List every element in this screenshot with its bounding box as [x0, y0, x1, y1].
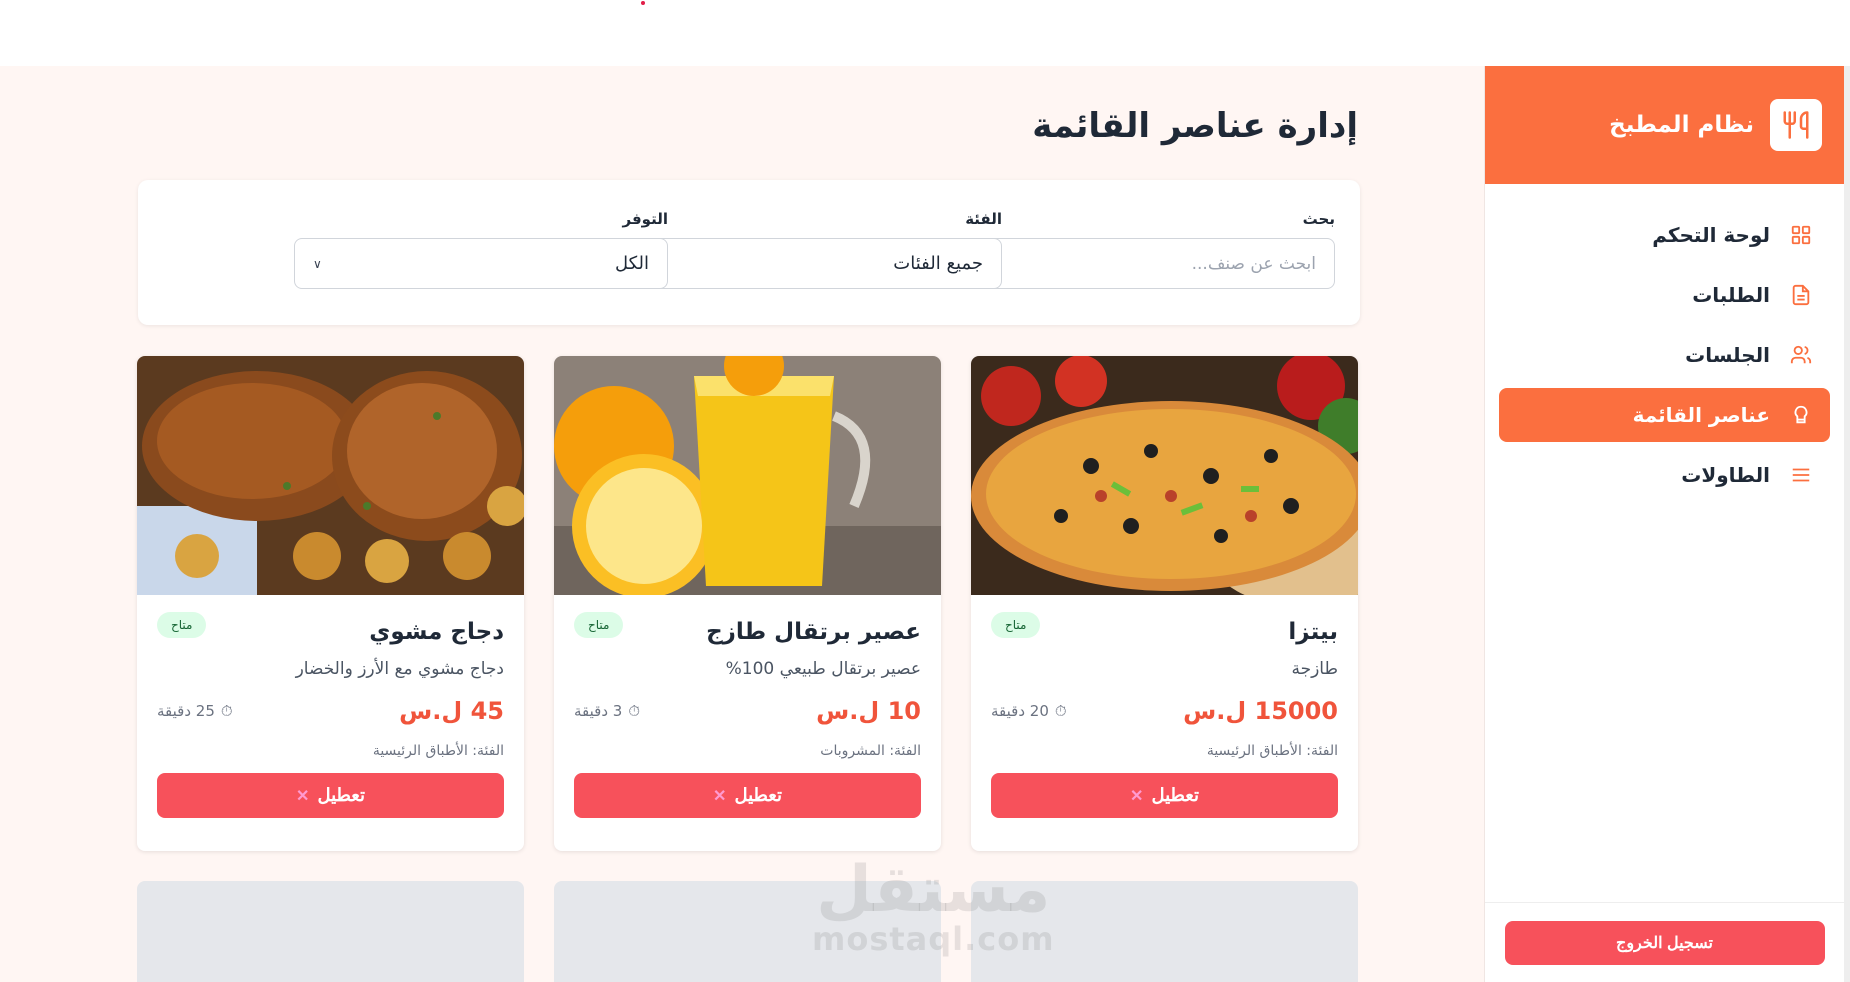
red-dot	[641, 1, 645, 5]
search-placeholder: ابحث عن صنف...	[1191, 253, 1316, 274]
sidebar-nav: لوحة التحكم الطلبات الجلسات عناصر القائم…	[1485, 184, 1844, 502]
item-category: الفئة: الأطباق الرئيسية	[1206, 743, 1338, 759]
item-price: 15000 ل.س	[1183, 697, 1338, 725]
prep-time-value: 25 دقيقة	[157, 702, 215, 720]
sidebar-item-tables[interactable]: الطاولات	[1499, 448, 1830, 502]
disable-button[interactable]: تعطيل ✕	[157, 773, 504, 818]
loading-card-placeholder	[554, 881, 941, 982]
search-label: بحث	[1302, 210, 1335, 228]
orange-juice-photo	[554, 356, 941, 595]
category-value: جميع الفئات	[893, 253, 983, 274]
disable-button[interactable]: تعطيل ✕	[574, 773, 921, 818]
loading-card-placeholder	[137, 881, 524, 982]
stopwatch-icon: ⏱	[1054, 702, 1067, 720]
sidebar: نظام المطبخ لوحة التحكم الطلبات الجلسات …	[1484, 66, 1844, 982]
close-icon: ✕	[296, 787, 310, 805]
item-description: عصير برتقال طبيعي 100%	[725, 659, 921, 679]
close-icon: ✕	[713, 787, 727, 805]
filters-panel: بحث ابحث عن صنف... الفئة جميع الفئات ∨ ا…	[138, 180, 1360, 325]
logout-area: تسجيل الخروج	[1485, 902, 1844, 982]
disable-button-label: تعطيل	[317, 785, 365, 805]
sidebar-item-orders[interactable]: الطلبات	[1499, 268, 1830, 322]
availability-value: الكل	[614, 253, 649, 274]
status-badge: متاح	[157, 612, 207, 638]
availability-label: التوفر	[622, 210, 668, 228]
item-category: الفئة: الأطباق الرئيسية	[372, 743, 504, 759]
item-description: طازجة	[1291, 659, 1338, 679]
brand-title: نظام المطبخ	[1609, 112, 1754, 138]
pizza-photo	[971, 356, 1358, 595]
sidebar-item-sessions[interactable]: الجلسات	[1499, 328, 1830, 382]
item-price: 10 ل.س	[816, 697, 921, 725]
status-badge: متاح	[574, 612, 624, 638]
loading-card-placeholder	[971, 881, 1358, 982]
disable-button[interactable]: تعطيل ✕	[991, 773, 1338, 818]
sidebar-item-label: عناصر القائمة	[1632, 403, 1770, 427]
page-title: إدارة عناصر القائمة	[1032, 106, 1358, 146]
chevron-down-icon: ∨	[313, 256, 322, 271]
prep-time: ⏱ 25 دقيقة	[157, 702, 233, 720]
prep-time: ⏱ 20 دقيقة	[991, 702, 1067, 720]
sidebar-item-label: الجلسات	[1685, 343, 1770, 367]
stopwatch-icon: ⏱	[220, 702, 233, 720]
item-price: 45 ل.س	[399, 697, 504, 725]
availability-group: التوفر الكل ∨	[294, 210, 668, 289]
category-select[interactable]: جميع الفئات ∨	[628, 238, 1002, 289]
fork-knife-icon	[1770, 99, 1822, 151]
menu-item-card: دجاج مشوي متاح دجاج مشوي مع الأرز والخضا…	[137, 356, 524, 851]
grid-icon	[1788, 222, 1814, 248]
status-badge: متاح	[991, 612, 1041, 638]
sidebar-item-dashboard[interactable]: لوحة التحكم	[1499, 208, 1830, 262]
sidebar-item-label: لوحة التحكم	[1652, 223, 1770, 247]
document-icon	[1788, 282, 1814, 308]
prep-time-value: 20 دقيقة	[991, 702, 1049, 720]
search-group: بحث ابحث عن صنف...	[961, 210, 1335, 289]
orange-juice-image	[554, 356, 941, 595]
item-name: بيتزا	[1288, 619, 1338, 645]
disable-button-label: تعطيل	[1151, 785, 1199, 805]
grilled-chicken-image	[137, 356, 524, 595]
sidebar-item-menu-items[interactable]: عناصر القائمة	[1499, 388, 1830, 442]
sidebar-item-label: الطاولات	[1681, 463, 1770, 487]
users-icon	[1788, 342, 1814, 368]
scrollbar-track[interactable]	[1844, 66, 1850, 982]
category-label: الفئة	[965, 210, 1002, 228]
card-body: بيتزا متاح طازجة 15000 ل.س ⏱ 20 دقيقة ال…	[971, 595, 1358, 818]
top-bar	[0, 0, 1850, 66]
menu-item-card: بيتزا متاح طازجة 15000 ل.س ⏱ 20 دقيقة ال…	[971, 356, 1358, 851]
item-category: الفئة: المشروبات	[820, 743, 921, 759]
main-content: إدارة عناصر القائمة بحث ابحث عن صنف... ا…	[0, 66, 1484, 982]
disable-button-label: تعطيل	[734, 785, 782, 805]
close-icon: ✕	[1130, 787, 1144, 805]
stopwatch-icon: ⏱	[628, 702, 641, 720]
chef-hat-icon	[1788, 402, 1814, 428]
menu-lines-icon	[1788, 462, 1814, 488]
price-row: 15000 ل.س ⏱ 20 دقيقة	[991, 697, 1338, 725]
category-group: الفئة جميع الفئات ∨	[628, 210, 1002, 289]
grilled-chicken-photo	[137, 356, 524, 595]
search-input[interactable]: ابحث عن صنف...	[961, 238, 1335, 289]
price-row: 45 ل.س ⏱ 25 دقيقة	[157, 697, 504, 725]
item-name: دجاج مشوي	[369, 619, 504, 645]
sidebar-brand: نظام المطبخ	[1485, 66, 1844, 184]
sidebar-item-label: الطلبات	[1692, 283, 1770, 307]
item-description: دجاج مشوي مع الأرز والخضار	[295, 659, 504, 679]
price-row: 10 ل.س ⏱ 3 دقيقة	[574, 697, 921, 725]
logout-button[interactable]: تسجيل الخروج	[1504, 920, 1825, 965]
availability-select[interactable]: الكل ∨	[294, 238, 668, 289]
prep-time-value: 3 دقيقة	[574, 702, 623, 720]
card-body: دجاج مشوي متاح دجاج مشوي مع الأرز والخضا…	[137, 595, 524, 818]
menu-item-card: عصير برتقال طازج متاح عصير برتقال طبيعي …	[554, 356, 941, 851]
pizza-image	[971, 356, 1358, 595]
item-name: عصير برتقال طازج	[706, 619, 921, 645]
prep-time: ⏱ 3 دقيقة	[574, 702, 640, 720]
card-body: عصير برتقال طازج متاح عصير برتقال طبيعي …	[554, 595, 941, 818]
